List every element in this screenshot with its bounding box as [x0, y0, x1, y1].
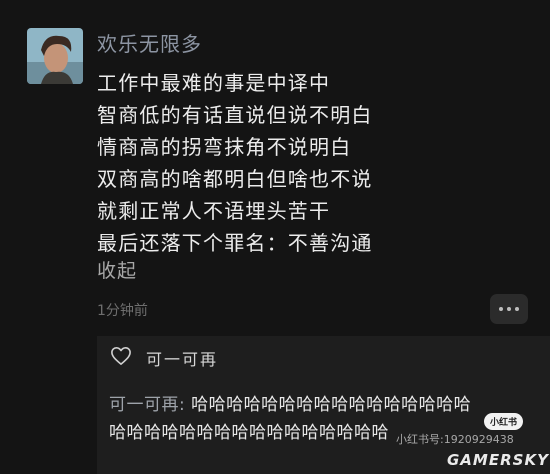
comment-line: 双商高的啥都明白但啥也不说 — [97, 167, 373, 191]
comment-line: 智商低的有话直说但说不明白 — [97, 103, 373, 127]
watermark-id: 小红书号:1920929438 — [396, 433, 514, 446]
reply-content: 哈哈哈哈哈哈哈哈哈哈哈哈哈哈哈哈 — [191, 395, 472, 415]
comment-body: 工作中最难的事是中译中 智商低的有话直说但说不明白 情商高的拐弯抹角不说明白 双… — [97, 67, 373, 259]
comment-line: 情商高的拐弯抹角不说明白 — [97, 135, 352, 159]
liked-by-user[interactable]: 可一可再 — [146, 346, 218, 370]
dot — [499, 307, 503, 311]
username[interactable]: 欢乐无限多 — [97, 28, 202, 57]
watermark-brand: GAMERSKY — [447, 451, 549, 469]
dot — [515, 307, 519, 311]
watermark-badge: 小红书 — [484, 413, 524, 430]
reply-author[interactable]: 可一可再: — [109, 395, 185, 415]
more-dots-icon[interactable] — [490, 294, 528, 324]
collapse-button[interactable]: 收起 — [97, 256, 137, 283]
reply-content: 哈哈哈哈哈哈哈哈哈哈哈哈哈哈哈哈 — [109, 423, 389, 443]
dot — [507, 307, 511, 311]
reply-line: 可一可再: 哈哈哈哈哈哈哈哈哈哈哈哈哈哈哈哈 — [109, 391, 471, 419]
comment-time: 1分钟前 — [97, 303, 148, 319]
comment-line: 工作中最难的事是中译中 — [97, 71, 331, 95]
like-row: 可一可再 — [110, 346, 218, 370]
comment-line: 就剩正常人不语埋头苦干 — [97, 199, 331, 223]
comment-line: 最后还落下个罪名：不善沟通 — [97, 231, 373, 255]
heart-outline-icon[interactable] — [110, 346, 132, 370]
avatar[interactable] — [27, 28, 83, 84]
